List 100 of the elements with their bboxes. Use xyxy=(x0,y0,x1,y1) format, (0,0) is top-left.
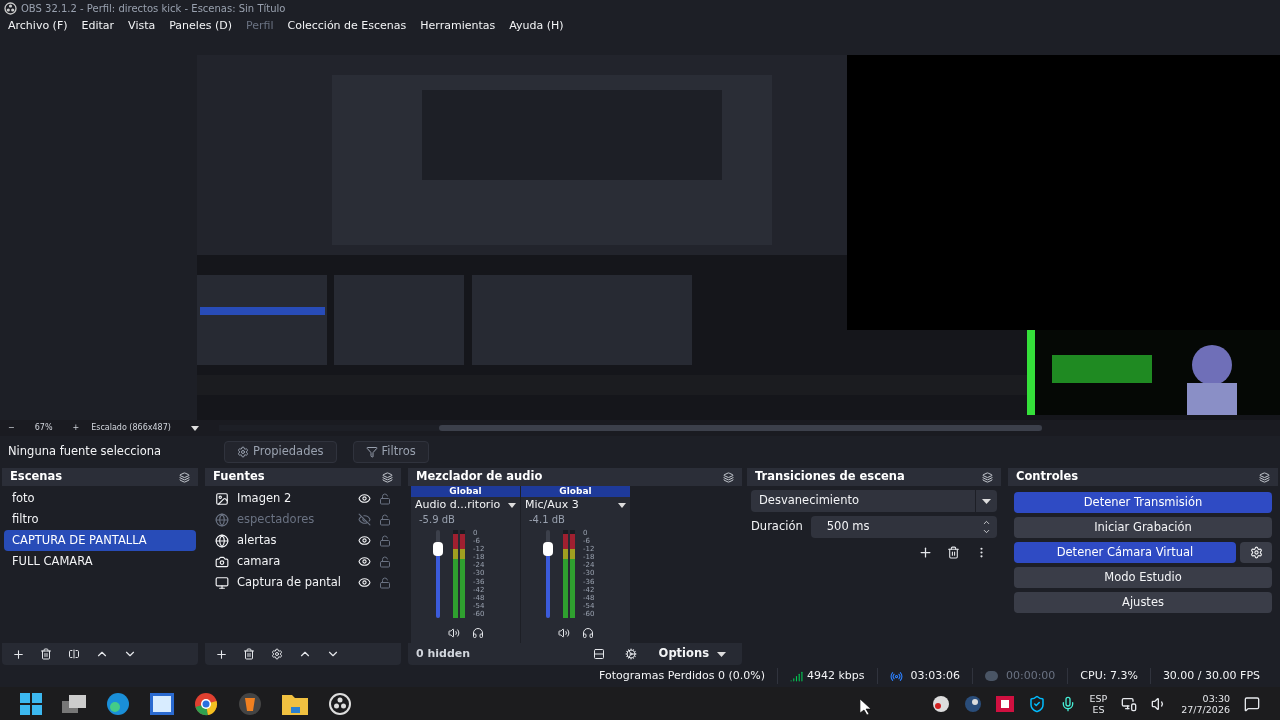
unlock-icon[interactable] xyxy=(379,534,391,547)
broadcast-icon xyxy=(889,669,903,683)
dropped-frames: Fotogramas Perdidos 0 (0.0%) xyxy=(587,667,777,685)
dock-title: Transiciones de escena xyxy=(755,468,905,486)
slider-thumb[interactable] xyxy=(433,542,443,557)
trash-icon xyxy=(40,648,52,660)
properties-button[interactable]: Propiedades xyxy=(224,441,337,463)
eye-icon[interactable] xyxy=(358,555,371,568)
unlock-icon[interactable] xyxy=(379,555,391,568)
chrome-browser-icon[interactable] xyxy=(194,691,218,716)
source-item[interactable]: camara xyxy=(207,551,399,572)
headphones-icon[interactable] xyxy=(471,627,484,639)
caret-icon xyxy=(618,502,626,508)
menu-item[interactable]: Colección de Escenas xyxy=(287,17,407,35)
folder-icon[interactable] xyxy=(282,692,308,715)
image-icon xyxy=(215,491,229,506)
eye-off-icon[interactable] xyxy=(358,513,371,526)
speaker-icon[interactable] xyxy=(447,627,460,639)
dock-title: Controles xyxy=(1016,468,1079,486)
trash-icon xyxy=(946,545,960,559)
undock-icon[interactable] xyxy=(179,471,190,483)
options-dropdown[interactable]: Options xyxy=(650,645,734,663)
filter-icon xyxy=(68,648,80,660)
caret-icon xyxy=(982,498,991,504)
channel-header: Global xyxy=(521,486,630,497)
browser-icon[interactable] xyxy=(106,691,130,716)
clock-date[interactable]: 27/7/2026 xyxy=(1181,703,1230,715)
volume-reading: -4.1 dB xyxy=(528,513,566,526)
unlock-icon[interactable] xyxy=(379,513,391,526)
scene-item[interactable]: CAPTURA DE PANTALLA xyxy=(4,530,196,551)
control-button[interactable]: Ajustes xyxy=(1014,592,1272,613)
start-menu-icon[interactable] xyxy=(20,692,42,715)
network-icon[interactable] xyxy=(1121,695,1138,712)
window-title: OBS 32.1.2 - Perfil: directos kick - Escenas: Sin Título xyxy=(21,2,286,16)
duration-field[interactable]: 500 ms xyxy=(810,516,997,538)
caret-icon xyxy=(190,425,199,431)
menu-item[interactable]: Vista xyxy=(128,17,156,35)
channel-name-dropdown[interactable]: Audio d...ritorio xyxy=(411,497,520,513)
fps: 30.00 / 30.00 FPS xyxy=(1149,667,1272,685)
transition-dropdown[interactable]: Desvanecimiento xyxy=(751,490,997,512)
globe-icon xyxy=(215,533,229,548)
headphones-icon[interactable] xyxy=(581,627,594,639)
volume-slider[interactable] xyxy=(541,530,555,618)
menu-item[interactable]: Editar xyxy=(81,17,115,35)
unlock-icon[interactable] xyxy=(379,576,391,589)
source-item[interactable]: Imagen 2 xyxy=(207,488,399,509)
channel-name-dropdown[interactable]: Mic/Aux 3 xyxy=(521,497,630,513)
menu-item[interactable]: Ayuda (H) xyxy=(509,17,564,35)
zoom-in-button[interactable]: + xyxy=(72,422,80,434)
menu-item[interactable]: Archivo (F) xyxy=(8,17,68,35)
text-editor-icon[interactable] xyxy=(150,692,174,715)
settings-button[interactable] xyxy=(1240,542,1272,563)
camera-icon xyxy=(215,554,229,569)
gear-icon xyxy=(237,446,249,458)
increment-icon xyxy=(981,518,991,527)
duration-label: Duración xyxy=(751,518,803,536)
keyboard-layout[interactable]: ES xyxy=(1092,703,1105,715)
scene-item[interactable]: filtro xyxy=(4,509,196,530)
volume-slider[interactable] xyxy=(431,530,445,618)
control-button[interactable]: Iniciar Grabación xyxy=(1014,517,1272,538)
shield-check-icon[interactable] xyxy=(1027,694,1046,713)
undock-icon[interactable] xyxy=(723,471,734,483)
unlock-icon[interactable] xyxy=(379,492,391,505)
caret-icon xyxy=(717,651,726,657)
clock-time[interactable]: 03:30 xyxy=(1202,692,1230,704)
gear-icon xyxy=(1249,546,1263,559)
control-button[interactable]: Detener Transmisión xyxy=(1014,492,1272,513)
undock-icon[interactable] xyxy=(982,471,993,483)
source-item[interactable]: alertas xyxy=(207,530,399,551)
scene-item[interactable]: foto xyxy=(4,488,196,509)
zoom-out-button[interactable]: − xyxy=(8,422,15,434)
eye-icon[interactable] xyxy=(358,492,371,505)
dock-title: Escenas xyxy=(10,468,63,486)
slider-thumb[interactable] xyxy=(543,542,553,557)
scene-item[interactable]: FULL CAMARA xyxy=(4,551,196,572)
menu-item[interactable]: Paneles (D) xyxy=(169,17,232,35)
control-button[interactable]: Detener Cámara Virtual xyxy=(1014,542,1236,563)
undock-icon[interactable] xyxy=(382,471,393,483)
recording-app-icon[interactable] xyxy=(931,694,950,713)
recording-app-icon[interactable] xyxy=(328,691,352,716)
speaker-icon[interactable] xyxy=(557,627,570,639)
layout-icon xyxy=(592,648,605,660)
notifications-icon[interactable] xyxy=(1244,695,1260,712)
undock-icon[interactable] xyxy=(1259,471,1270,483)
filters-button[interactable]: Filtros xyxy=(352,441,429,463)
control-button[interactable]: Modo Estudio xyxy=(1014,567,1272,588)
stream-time: 03:03:06 xyxy=(910,667,960,684)
task-view-icon[interactable] xyxy=(62,694,86,713)
eye-icon[interactable] xyxy=(358,576,371,589)
menu-item[interactable]: Herramientas xyxy=(420,17,496,35)
scaling-dropdown[interactable]: Escalado (866x487) xyxy=(87,422,203,434)
eye-icon[interactable] xyxy=(358,534,371,547)
dock-title: Fuentes xyxy=(213,468,265,486)
plus-icon xyxy=(917,544,933,560)
channel-header: Global xyxy=(411,486,520,497)
filter-icon xyxy=(365,446,378,458)
cpu-usage: CPU: 7.3% xyxy=(1067,667,1150,685)
horizontal-scrollbar[interactable] xyxy=(218,425,1042,431)
input-language[interactable]: ESP xyxy=(1089,692,1108,704)
source-item[interactable]: Captura de pantal xyxy=(207,572,399,593)
